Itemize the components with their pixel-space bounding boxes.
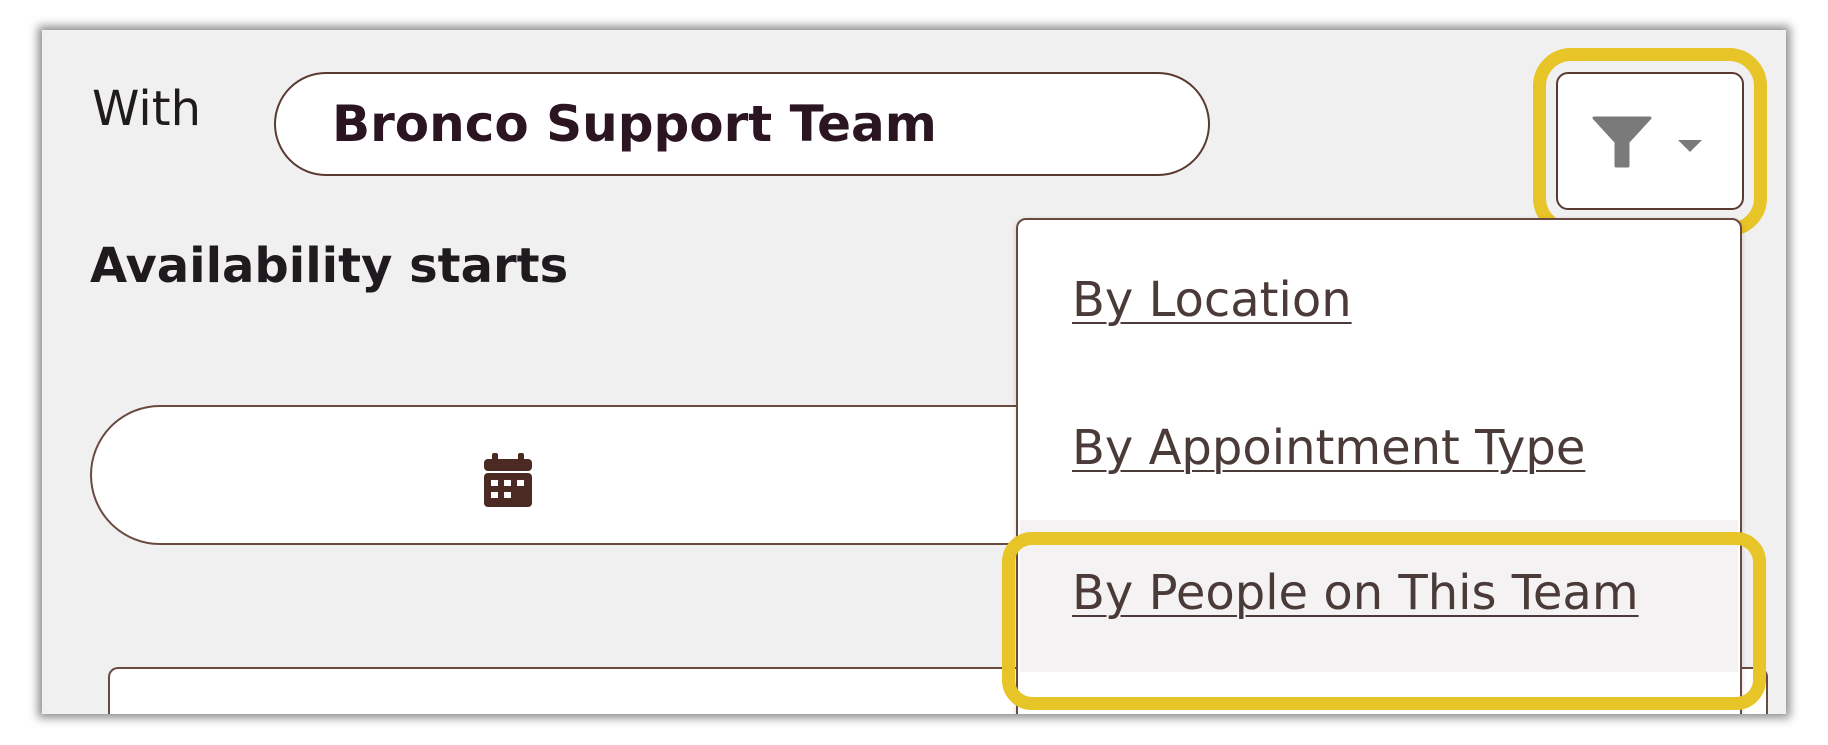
filter-dropdown-button[interactable]: [1556, 72, 1744, 210]
with-label: With: [92, 81, 201, 137]
screenshot-frame: With Bronco Support Team Availability st…: [42, 30, 1786, 714]
caret-down-icon: [1678, 140, 1702, 152]
filter-dropdown-menu: By Location By Appointment Type By Peopl…: [1016, 218, 1742, 714]
calendar-icon: [484, 453, 532, 507]
funnel-icon: [1592, 116, 1652, 168]
team-select-field[interactable]: Bronco Support Team: [274, 72, 1210, 176]
availability-starts-label: Availability starts: [90, 238, 569, 294]
menu-item-by-location[interactable]: By Location: [1072, 272, 1352, 328]
menu-item-by-appointment-type[interactable]: By Appointment Type: [1072, 420, 1585, 476]
menu-item-by-people-on-this-team[interactable]: By People on This Team: [1072, 565, 1639, 621]
team-select-value: Bronco Support Team: [332, 95, 937, 153]
